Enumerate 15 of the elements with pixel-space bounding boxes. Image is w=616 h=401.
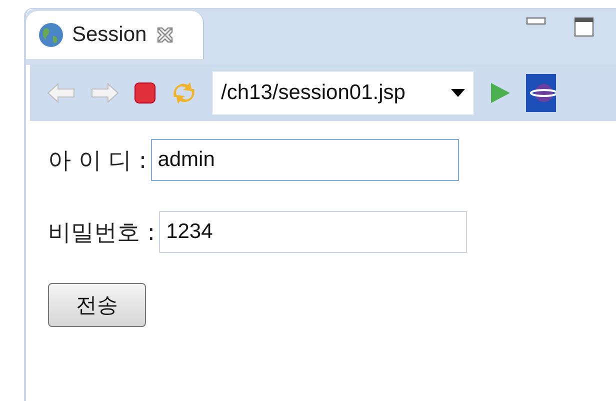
- url-field[interactable]: /ch13/session01.jsp: [212, 71, 474, 115]
- maximize-icon[interactable]: [574, 17, 594, 37]
- dropdown-icon[interactable]: [451, 89, 465, 97]
- stop-icon[interactable]: [134, 82, 156, 104]
- tab-title: Session: [72, 23, 147, 47]
- field-label: 아 이 디 :: [48, 146, 147, 176]
- minimize-icon[interactable]: [526, 17, 546, 27]
- field-label: 비밀번호 :: [48, 218, 156, 248]
- submit-button[interactable]: 전송: [48, 283, 146, 327]
- session-tab[interactable]: Session: [26, 11, 204, 59]
- input-field[interactable]: 1234: [159, 211, 468, 253]
- globe-icon: [38, 22, 64, 48]
- input-field[interactable]: admin: [150, 139, 459, 181]
- close-icon[interactable]: [154, 25, 175, 45]
- planet-icon[interactable]: [526, 74, 556, 112]
